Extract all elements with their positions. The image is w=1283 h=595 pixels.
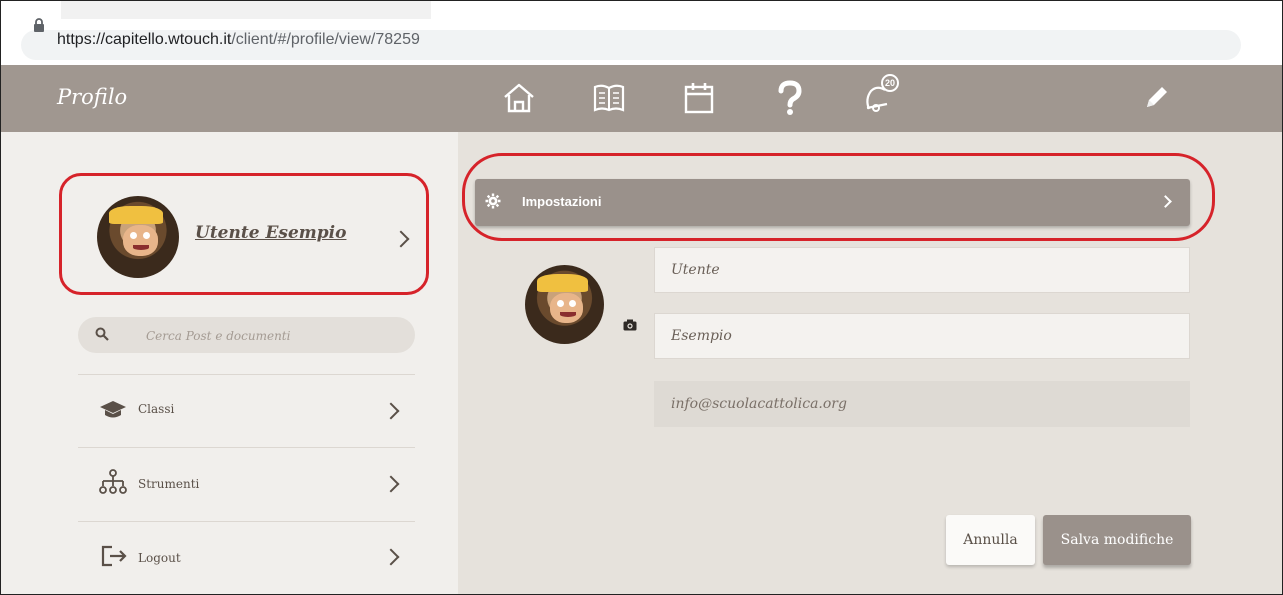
search-box[interactable] [78, 317, 415, 355]
sidebar-item-logout[interactable] [78, 522, 415, 594]
camera-icon[interactable] [623, 319, 637, 331]
book-icon[interactable] [590, 79, 628, 117]
url-path: /client/#/profile/view/78259 [231, 31, 420, 48]
first-name-input[interactable] [655, 248, 1189, 292]
first-name-field[interactable] [654, 247, 1190, 293]
help-icon[interactable] [771, 79, 809, 117]
highlight-annotation-user [59, 173, 429, 295]
cancel-button[interactable]: Annulla [946, 515, 1035, 565]
logout-icon [101, 545, 127, 567]
sidebar-item-classi[interactable] [78, 375, 415, 447]
highlight-annotation-settings [462, 153, 1215, 241]
browser-tab-strip [61, 1, 431, 19]
lock-icon [34, 18, 44, 32]
last-name-input[interactable] [655, 314, 1189, 358]
sidebar-item-label: Classi [138, 402, 175, 416]
app-header [1, 65, 1282, 132]
url-host: https://capitello.wtouch.it [57, 31, 232, 48]
profile-avatar[interactable] [525, 265, 604, 344]
page-title: Profilo [57, 85, 128, 109]
app-window: https://capitello.wtouch.it/client/#/pro… [0, 0, 1283, 595]
last-name-field[interactable] [654, 313, 1190, 359]
email-field [654, 381, 1190, 427]
org-chart-icon [99, 469, 127, 494]
edit-icon[interactable] [1137, 79, 1175, 117]
notification-count-badge: 20 [881, 74, 899, 92]
home-icon[interactable] [500, 79, 538, 117]
graduation-cap-icon [100, 401, 126, 418]
email-input [655, 382, 1189, 426]
search-input[interactable] [144, 317, 398, 355]
sidebar-item-label: Strumenti [138, 477, 200, 491]
sidebar-item-strumenti[interactable] [78, 448, 415, 520]
calendar-icon[interactable] [680, 79, 718, 117]
save-button[interactable]: Salva modifiche [1043, 515, 1191, 565]
url-text[interactable]: https://capitello.wtouch.it/client/#/pro… [57, 31, 420, 49]
sidebar-item-label: Logout [138, 551, 181, 565]
search-icon [95, 327, 109, 341]
